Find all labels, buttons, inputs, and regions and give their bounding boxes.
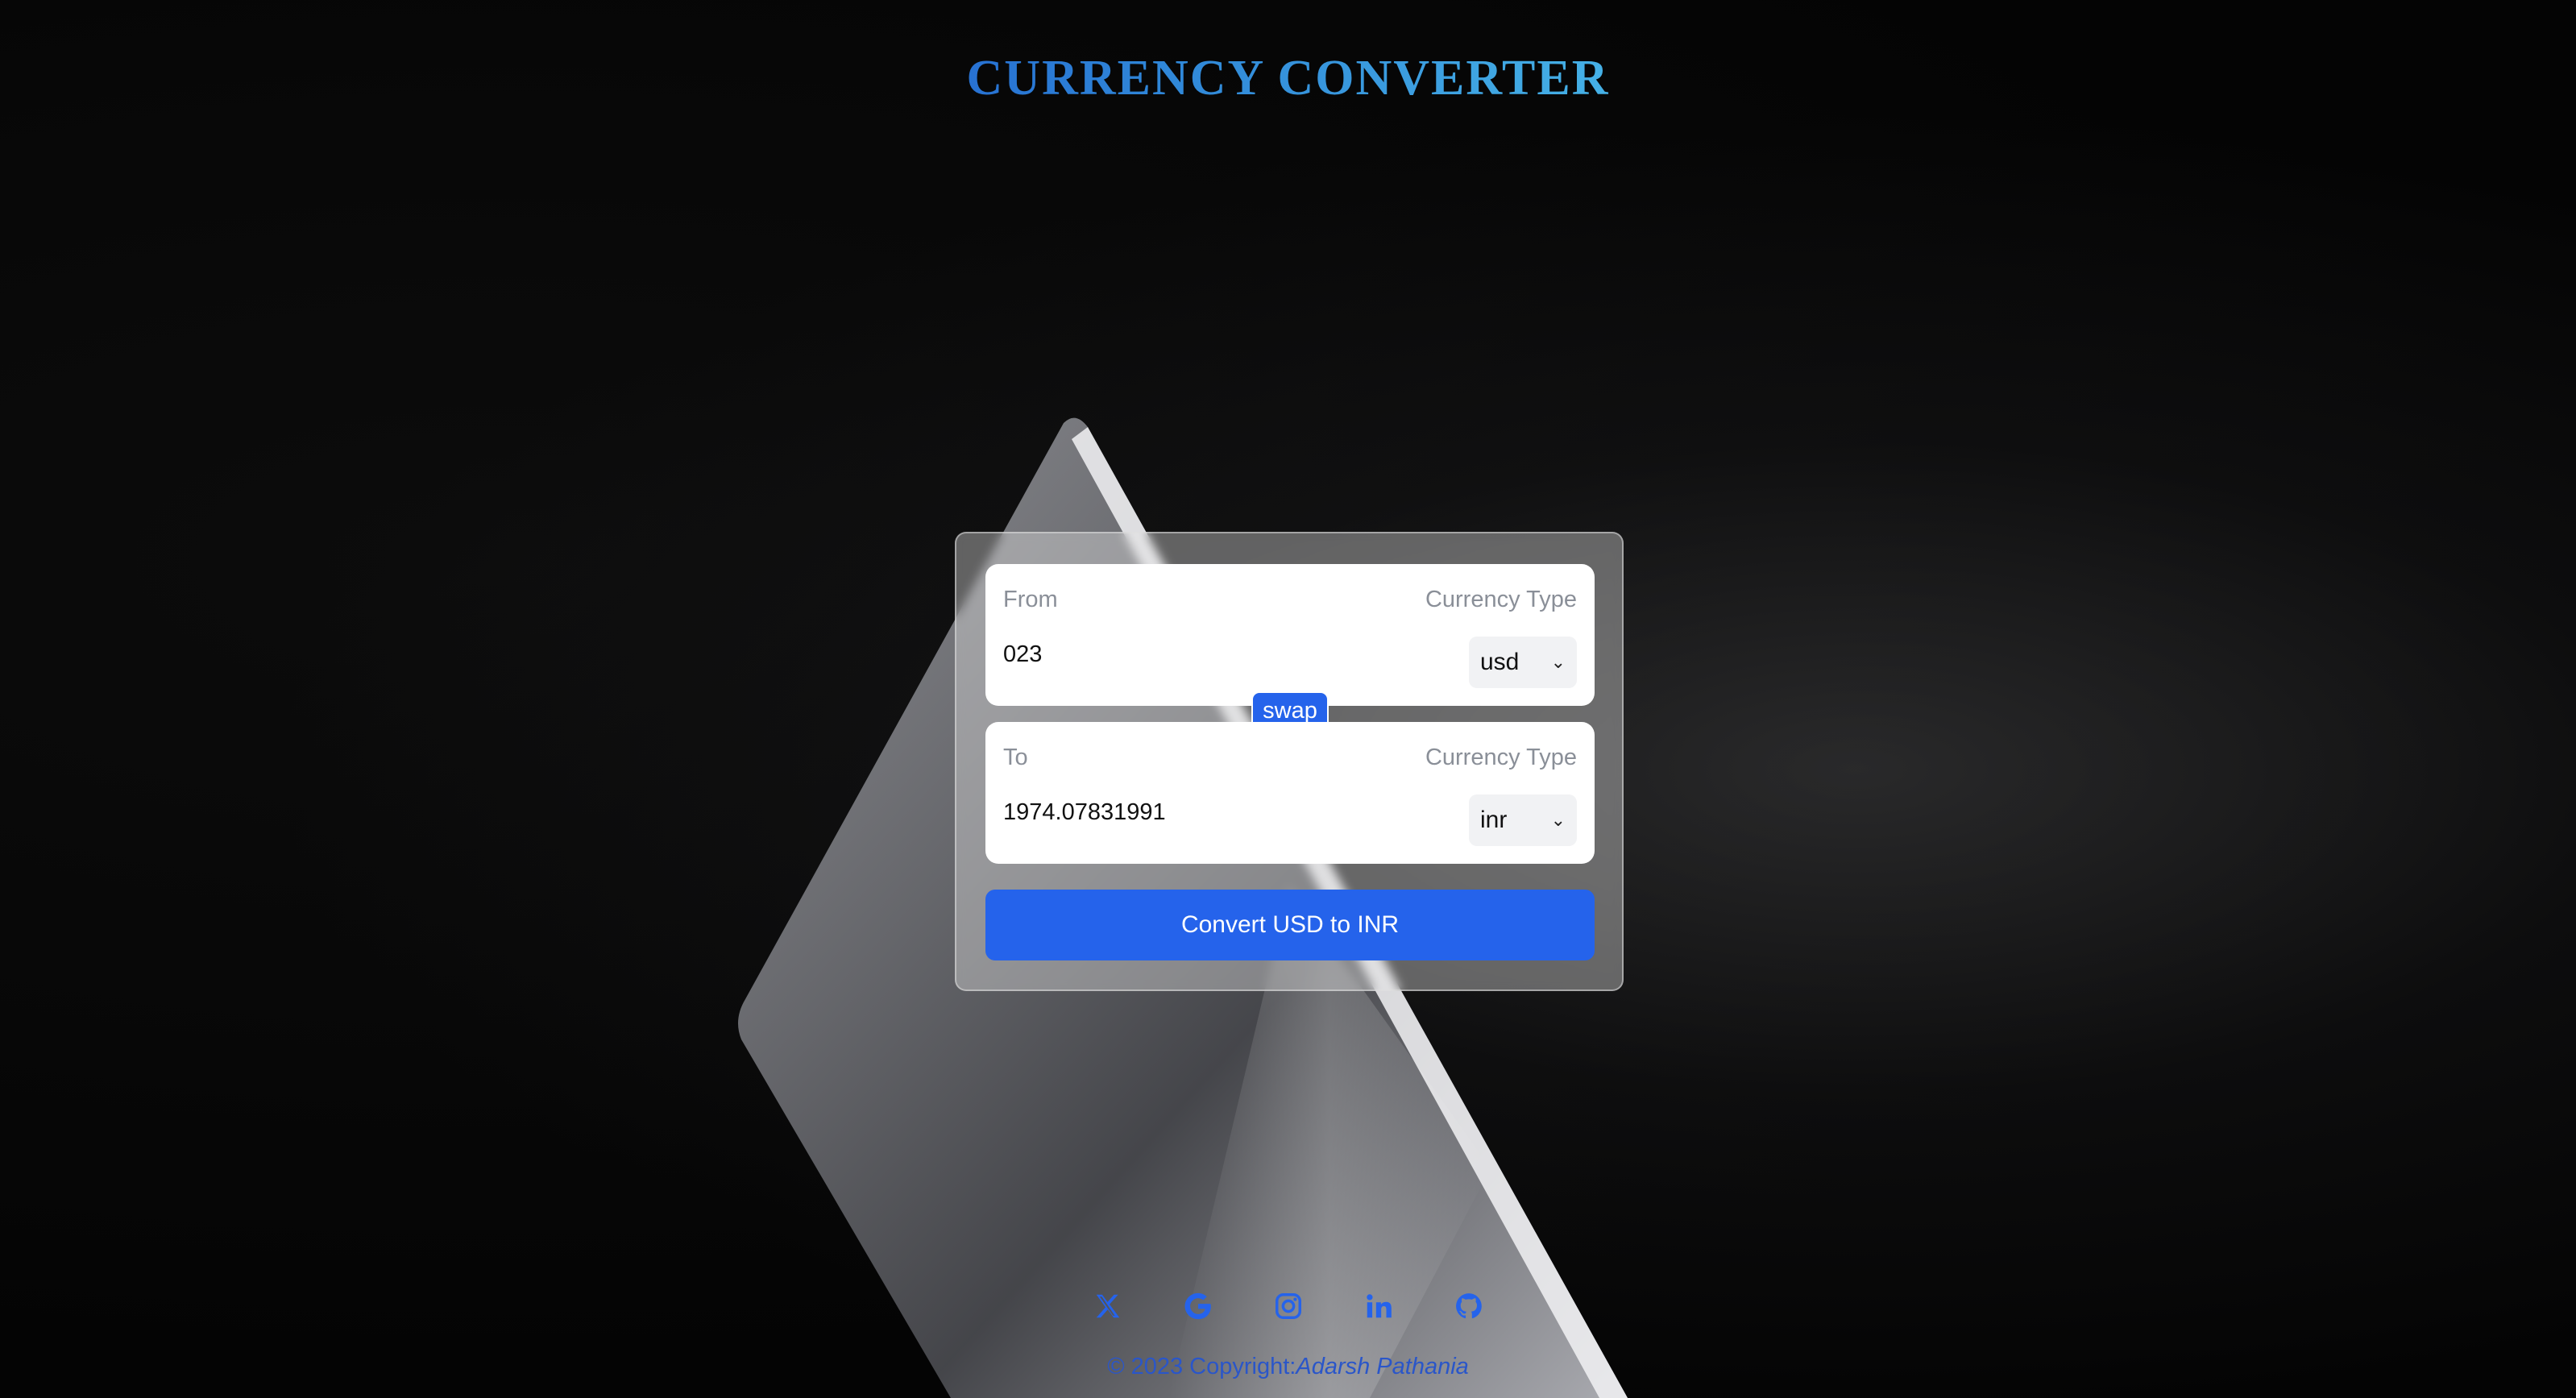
footer-copyright: © 2023 Copyright:Adarsh Pathania — [0, 1354, 2576, 1380]
to-currency-type-label: Currency Type — [1425, 745, 1577, 770]
github-icon[interactable] — [1452, 1289, 1486, 1323]
chevron-down-icon: ⌄ — [1550, 810, 1566, 830]
google-icon[interactable] — [1181, 1289, 1215, 1323]
from-label: From — [1003, 587, 1058, 612]
x-twitter-icon[interactable] — [1091, 1289, 1125, 1323]
to-panel: To Currency Type inr ⌄ — [985, 722, 1595, 864]
to-label: To — [1003, 745, 1028, 770]
converter-card: From Currency Type usd ⌄ swap To Currenc… — [955, 532, 1624, 991]
chevron-down-icon: ⌄ — [1550, 652, 1566, 672]
from-currency-value: usd — [1480, 649, 1520, 675]
to-currency-value: inr — [1480, 807, 1508, 833]
linkedin-icon[interactable] — [1362, 1289, 1396, 1323]
social-links — [0, 1289, 2576, 1323]
to-amount-input[interactable] — [1003, 799, 1342, 826]
from-currency-type-label: Currency Type — [1425, 587, 1577, 612]
to-currency-select[interactable]: inr ⌄ — [1469, 794, 1577, 846]
convert-button[interactable]: Convert USD to INR — [985, 890, 1595, 960]
author-link[interactable]: Adarsh Pathania — [1296, 1354, 1468, 1379]
from-amount-input[interactable] — [1003, 641, 1342, 668]
page-title: CURRENCY CONVERTER — [0, 50, 2576, 107]
from-currency-select[interactable]: usd ⌄ — [1469, 637, 1577, 688]
page-root: CURRENCY CONVERTER From Currency Type us… — [0, 0, 2576, 1398]
copyright-text: © 2023 Copyright: — [1107, 1354, 1296, 1379]
instagram-icon[interactable] — [1271, 1289, 1305, 1323]
from-panel: From Currency Type usd ⌄ — [985, 564, 1595, 706]
